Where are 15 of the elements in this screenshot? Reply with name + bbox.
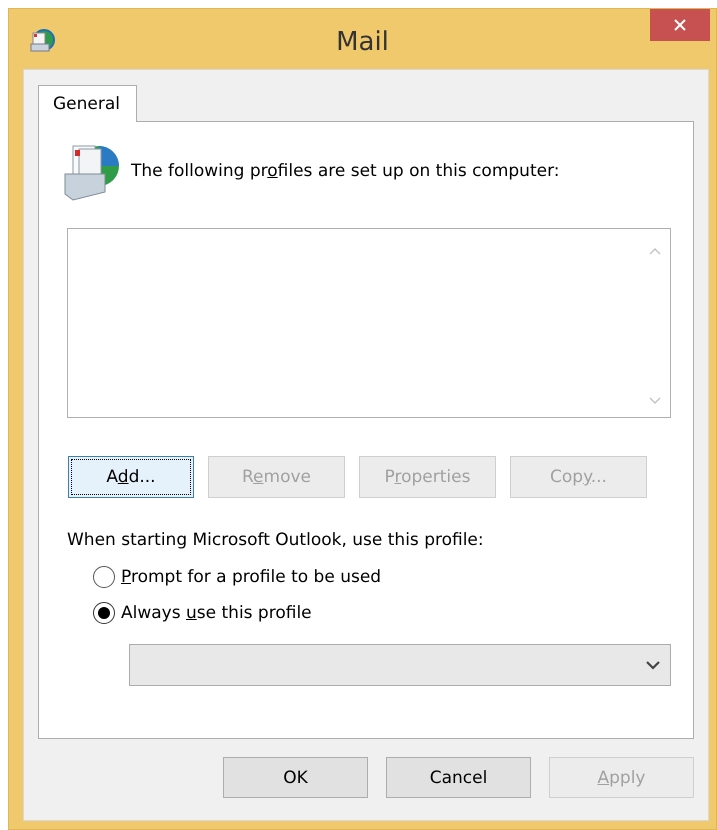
close-button[interactable] [650,9,710,41]
radio-label[interactable]: Always use this profile [121,603,312,623]
radio-label[interactable]: Prompt for a profile to be used [121,567,382,587]
radio-button[interactable] [93,602,115,624]
close-icon [673,18,687,32]
mail-icon [29,28,55,54]
profiles-label: The following profiles are set up on this computer: [131,161,560,181]
startup-label: When starting Microsoft Outlook, use this profile: [67,530,485,550]
dialog-button[interactable]: Cancel [386,757,531,798]
chevron-down-icon [646,660,660,670]
window-title: Mail [335,26,390,57]
profile-button[interactable]: Add... [68,456,194,498]
radio-button[interactable] [93,566,115,588]
dialog-button[interactable]: OK [223,757,368,798]
tab[interactable]: General [38,85,137,122]
